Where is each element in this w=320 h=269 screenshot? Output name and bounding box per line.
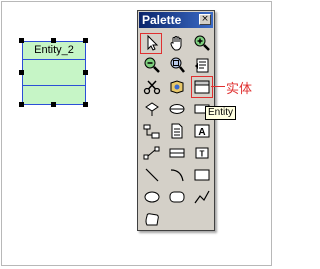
delete-cut-icon	[143, 80, 161, 95]
pointer-highlight-box	[140, 33, 162, 54]
palette-title: Palette	[142, 13, 182, 27]
table-tool[interactable]	[167, 143, 187, 163]
selection-handle-sw[interactable]	[19, 102, 24, 107]
rounded-rectangle-icon	[169, 191, 185, 203]
zoom-out-tool[interactable]	[142, 55, 162, 75]
polyline-icon	[194, 190, 210, 204]
table-icon	[169, 148, 185, 158]
rounded-rectangle-tool[interactable]	[167, 187, 187, 207]
arc-tool[interactable]	[167, 165, 187, 185]
selection-handle-n[interactable]	[51, 38, 56, 43]
view-tool[interactable]	[167, 99, 187, 119]
selection-handle-w[interactable]	[19, 70, 24, 75]
text-tool[interactable]: A	[192, 121, 212, 141]
zoom-fit-icon	[170, 57, 185, 73]
inheritance-tool[interactable]	[142, 99, 162, 119]
line-icon	[145, 168, 159, 182]
entity-tooltip: Entity	[205, 106, 237, 120]
zoom-in-icon	[194, 35, 210, 51]
text-icon: A	[194, 124, 210, 138]
palette-titlebar[interactable]: Palette ×	[139, 12, 213, 28]
selection-handle-nw[interactable]	[19, 38, 24, 43]
annotation-leader-line	[211, 86, 225, 87]
polygon-tool[interactable]	[142, 209, 162, 229]
selection-handle-se[interactable]	[83, 102, 88, 107]
entity-body-separator	[23, 85, 85, 86]
link-tool[interactable]	[142, 143, 162, 163]
arc-icon	[170, 169, 184, 182]
package-icon	[170, 80, 184, 94]
inheritance-icon	[145, 102, 159, 116]
line-tool[interactable]	[142, 165, 162, 185]
rectangle-tool[interactable]	[192, 165, 212, 185]
zoom-fit-tool[interactable]	[167, 55, 187, 75]
open-package-icon	[195, 58, 209, 73]
annotation-label: 实体	[226, 82, 253, 97]
reference-tool[interactable]	[142, 121, 162, 141]
open-package-tool[interactable]	[192, 55, 212, 75]
svg-text:T: T	[200, 150, 205, 159]
selection-handle-s[interactable]	[51, 102, 56, 107]
reference-link-icon	[143, 146, 160, 160]
grabber-hand-tool[interactable]	[167, 33, 187, 53]
ellipse-tool[interactable]	[142, 187, 162, 207]
entity-symbol[interactable]: Entity_2	[22, 41, 86, 105]
zoom-in-tool[interactable]	[192, 33, 212, 53]
delete-tool[interactable]	[142, 77, 162, 97]
ellipse-icon	[144, 191, 160, 203]
file-icon	[171, 123, 183, 139]
reference-link-icon	[143, 124, 160, 139]
svg-text:A: A	[198, 127, 205, 138]
view-icon	[169, 104, 185, 114]
close-icon[interactable]: ×	[199, 14, 211, 25]
entity-header-separator	[23, 59, 85, 60]
entity-tool[interactable]	[191, 76, 213, 98]
entity-icon	[194, 80, 210, 94]
entity-name-label: Entity_2	[34, 44, 74, 56]
title-tool[interactable]: T	[192, 143, 212, 163]
title-icon: T	[195, 147, 209, 159]
selection-handle-ne[interactable]	[83, 38, 88, 43]
rectangle-icon	[194, 169, 210, 181]
selection-handle-e[interactable]	[83, 70, 88, 75]
grabber-hand-icon	[170, 36, 182, 51]
polyline-tool[interactable]	[192, 187, 212, 207]
file-tool[interactable]	[167, 121, 187, 141]
zoom-out-icon	[144, 57, 160, 73]
polygon-icon	[145, 213, 159, 226]
package-tool[interactable]	[167, 77, 187, 97]
